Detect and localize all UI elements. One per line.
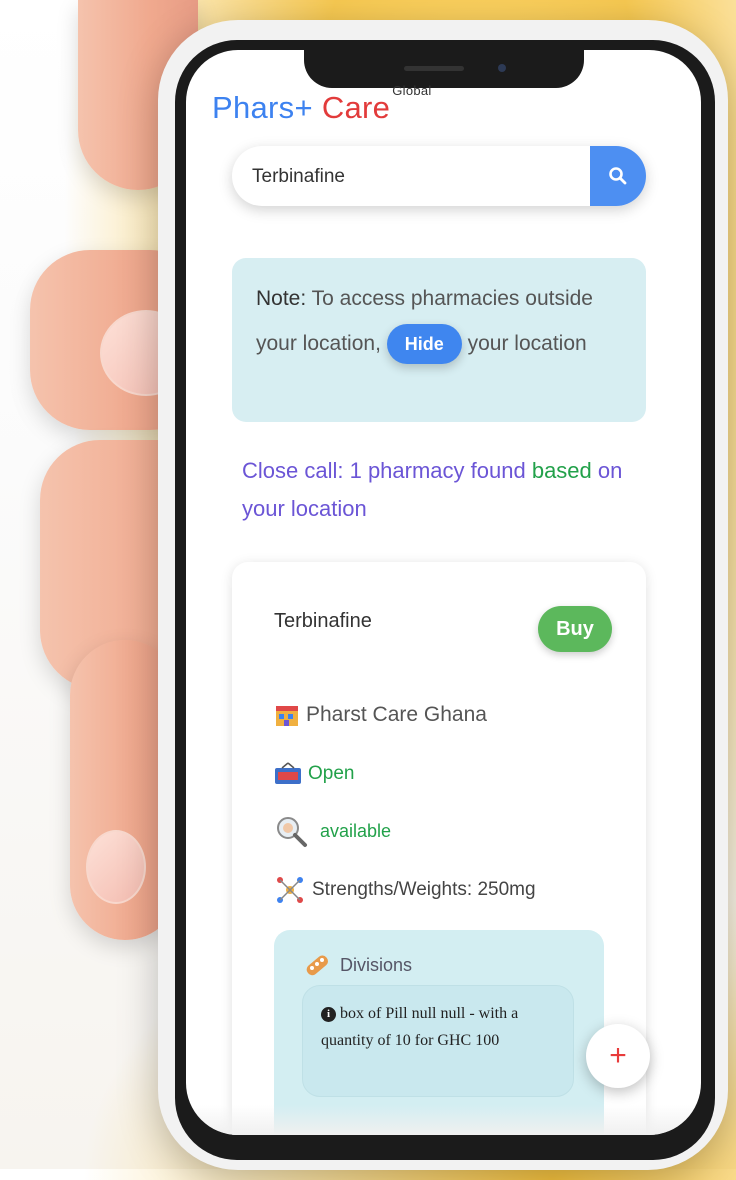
camera-dot <box>498 64 506 72</box>
add-floating-button[interactable]: + <box>586 1024 650 1088</box>
notch <box>304 50 584 88</box>
location-note: Note: To access pharmacies outside your … <box>232 258 646 422</box>
info-icon: i <box>321 1006 336 1022</box>
note-text-after: your location <box>467 332 587 355</box>
pharmacy-row: Pharst Care Ghana <box>274 702 487 728</box>
speaker <box>404 66 464 71</box>
screen-bottom-fade <box>186 1105 701 1135</box>
logo-part-pharsplus: Phars+ <box>212 90 313 125</box>
pharmacy-result-card: Terbinafine Buy Pharst Care Ghana Open a… <box>232 562 646 1135</box>
search-icon <box>609 167 627 185</box>
strength-row: Strengths/Weights: 250mg <box>274 874 536 906</box>
division-item: i box of Pill null null - with a quantit… <box>302 985 574 1097</box>
pharmacy-status: Open <box>308 763 355 784</box>
divisions-header[interactable]: Divisions <box>302 950 412 980</box>
molecule-icon <box>277 877 303 903</box>
search-input[interactable] <box>250 160 574 194</box>
open-sign-icon <box>275 762 301 784</box>
buy-button[interactable]: Buy <box>538 606 612 652</box>
results-summary: Close call: 1 pharmacy found based on yo… <box>242 452 642 528</box>
fingernail <box>86 830 146 904</box>
results-count-text: Close call: 1 pharmacy found <box>242 458 526 483</box>
results-based-text: based <box>531 458 592 483</box>
pharmacy-building-icon <box>276 706 298 726</box>
availability-status: available <box>320 820 392 841</box>
divisions-title: Divisions <box>340 954 413 975</box>
app-logo[interactable]: Phars+ Care Global <box>212 83 432 126</box>
division-detail: box of Pill null null - with a quantity … <box>321 1005 519 1049</box>
pharmacy-name[interactable]: Pharst Care Ghana <box>306 703 487 727</box>
logo-global: Global <box>392 82 432 98</box>
note-label: Note: <box>256 287 307 310</box>
availability-row: available <box>274 814 391 848</box>
logo-part-care: Care <box>321 90 391 125</box>
pill-pack-icon <box>306 955 329 976</box>
hide-location-button[interactable]: Hide <box>386 324 462 365</box>
search-button[interactable] <box>590 146 646 206</box>
magnifier-icon <box>277 817 307 847</box>
status-row: Open <box>274 762 354 786</box>
phone-screen: Phars+ CareGlobal Note: To access pharma… <box>186 50 701 1135</box>
strengths-text: Strengths/Weights: 250mg <box>312 879 536 900</box>
drug-name: Terbinafine <box>274 610 372 632</box>
search-bar <box>232 146 646 206</box>
